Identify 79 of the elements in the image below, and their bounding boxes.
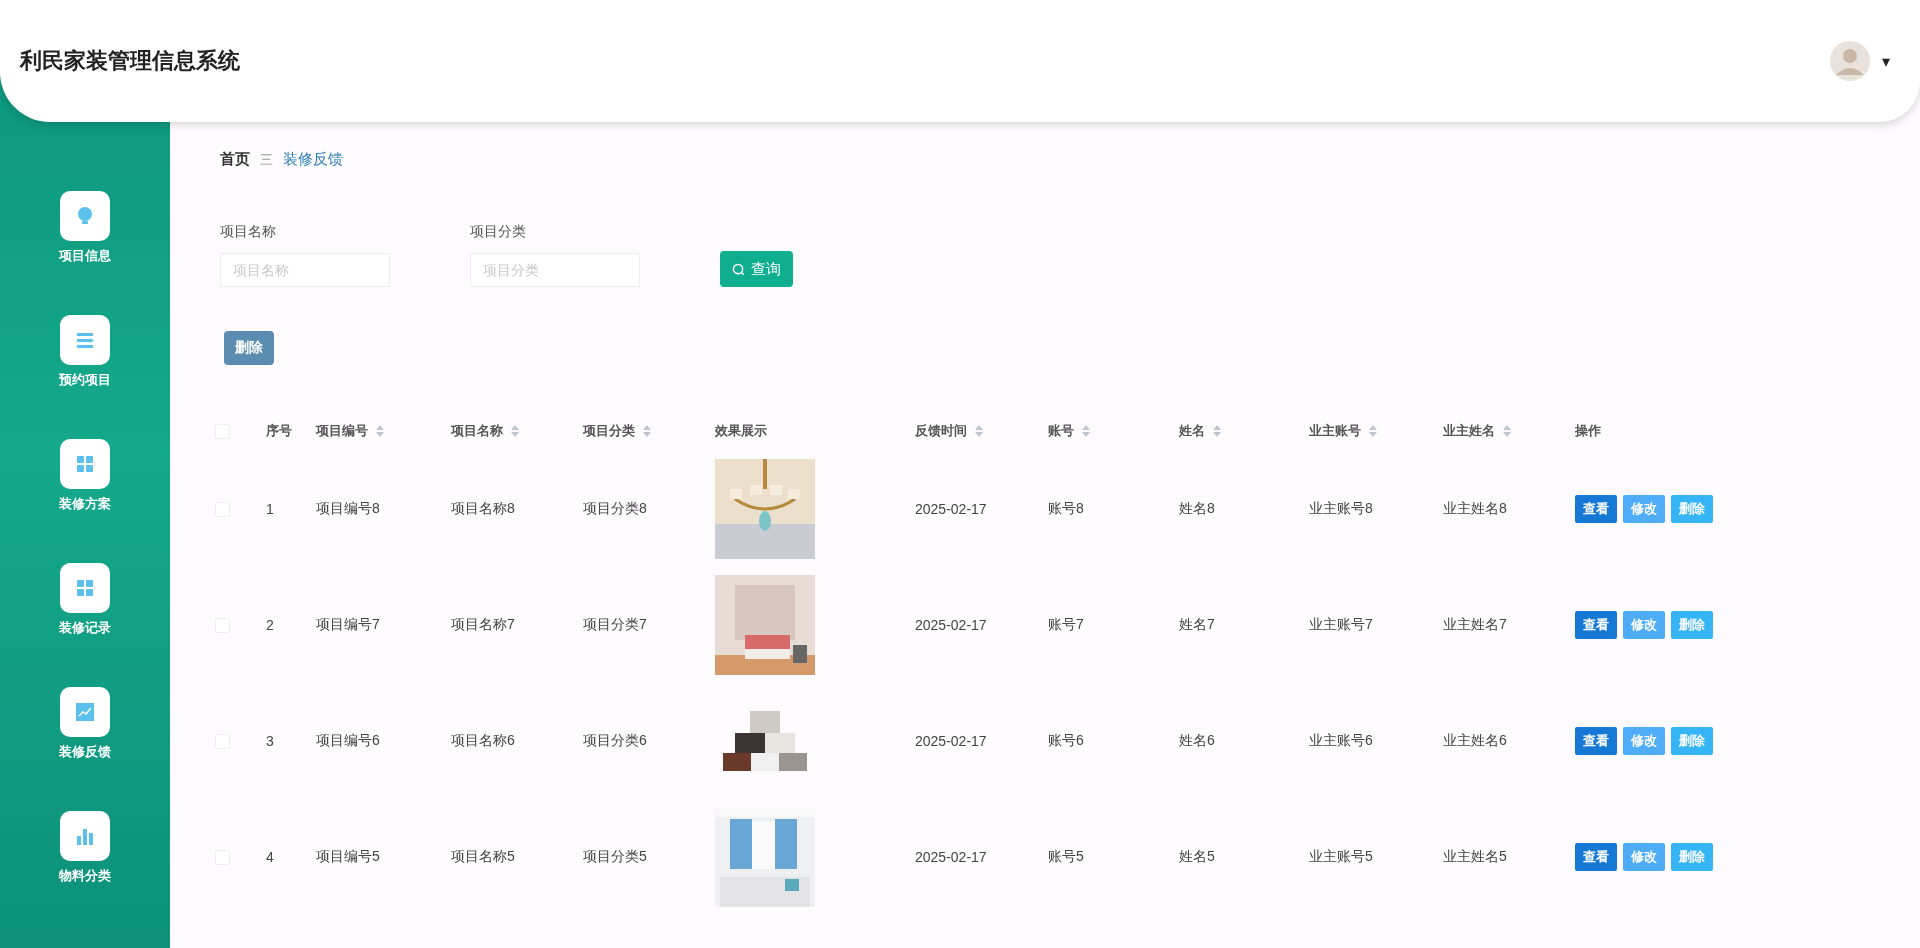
table-cell: 项目名称8 (451, 500, 515, 518)
delete-button[interactable]: 删除 (1671, 727, 1713, 755)
column-header: 业主姓名 (1443, 422, 1495, 440)
sort-icon[interactable] (1082, 425, 1090, 437)
table-cell: 姓名5 (1179, 848, 1215, 866)
breadcrumb-separator: 三 (260, 150, 273, 169)
delete-button[interactable]: 删除 (224, 331, 274, 365)
column-header: 操作 (1575, 422, 1601, 440)
filter-label: 项目名称 (220, 223, 277, 241)
avatar-icon[interactable] (1829, 41, 1870, 81)
table-cell: 姓名8 (1179, 500, 1215, 518)
breadcrumb-current: 装修反馈 (283, 150, 343, 169)
column-header: 序号 (266, 422, 292, 440)
delete-button[interactable]: 删除 (1671, 611, 1713, 639)
table-cell: 账号5 (1048, 848, 1084, 866)
table-cell: 业主姓名7 (1443, 616, 1507, 634)
table-cell: 项目名称5 (451, 848, 515, 866)
table-cell: 2025-02-17 (915, 501, 987, 517)
delete-button[interactable]: 删除 (1671, 495, 1713, 523)
edit-button[interactable]: 修改 (1623, 843, 1665, 871)
table-cell: 业主账号8 (1309, 500, 1373, 518)
table-cell: 项目名称6 (451, 732, 515, 750)
table-cell: 1 (266, 501, 274, 517)
sort-icon[interactable] (643, 425, 651, 437)
column-header: 账号 (1048, 422, 1074, 440)
breadcrumb-home[interactable]: 首页 (220, 150, 250, 169)
table-cell: 姓名7 (1179, 616, 1215, 634)
table-cell: 项目编号5 (316, 848, 380, 866)
app-title: 利民家装管理信息系统 (20, 47, 240, 75)
table-cell: 业主姓名8 (1443, 500, 1507, 518)
sort-icon[interactable] (1369, 425, 1377, 437)
chart-icon (73, 700, 97, 724)
view-button[interactable]: 查看 (1575, 495, 1617, 523)
table-cell: 账号8 (1048, 500, 1084, 518)
table-cell: 姓名6 (1179, 732, 1215, 750)
edit-button[interactable]: 修改 (1623, 727, 1665, 755)
view-button[interactable]: 查看 (1575, 611, 1617, 639)
search-button[interactable]: 查询 (720, 251, 793, 287)
column-header: 项目编号 (316, 422, 368, 440)
column-header: 反馈时间 (915, 422, 967, 440)
dropdown-caret[interactable]: ▾ (1881, 51, 1890, 71)
table-cell: 项目分类7 (583, 616, 647, 634)
table-cell: 2 (266, 617, 274, 633)
table-cell: 项目编号6 (316, 732, 380, 750)
column-header: 项目分类 (583, 422, 635, 440)
table-cell: 业主账号6 (1309, 732, 1373, 750)
table-cell: 4 (266, 849, 274, 865)
table-cell: 项目名称7 (451, 616, 515, 634)
sort-icon[interactable] (1503, 425, 1511, 437)
column-header: 业主账号 (1309, 422, 1361, 440)
search-icon (732, 262, 745, 276)
sort-icon[interactable] (511, 425, 519, 437)
table-cell: 项目编号7 (316, 616, 380, 634)
filter-label: 项目分类 (470, 223, 527, 241)
table-cell: 业主账号7 (1309, 616, 1373, 634)
table-cell: 2025-02-17 (915, 617, 987, 633)
table-cell: 账号7 (1048, 616, 1084, 634)
view-button[interactable]: 查看 (1575, 843, 1617, 871)
table-cell: 项目分类8 (583, 500, 647, 518)
table-cell: 项目编号8 (316, 500, 380, 518)
table-cell: 业主账号5 (1309, 848, 1373, 866)
sort-icon[interactable] (376, 425, 384, 437)
table-cell: 2025-02-17 (915, 849, 987, 865)
table-cell: 3 (266, 733, 274, 749)
sort-icon[interactable] (975, 425, 983, 437)
view-button[interactable]: 查看 (1575, 727, 1617, 755)
table-cell: 业主姓名6 (1443, 732, 1507, 750)
column-header: 姓名 (1179, 422, 1205, 440)
edit-button[interactable]: 修改 (1623, 495, 1665, 523)
table-cell: 项目分类5 (583, 848, 647, 866)
delete-button[interactable]: 删除 (1671, 843, 1713, 871)
column-header: 项目名称 (451, 422, 503, 440)
table-cell: 项目分类6 (583, 732, 647, 750)
table-cell: 2025-02-17 (915, 733, 987, 749)
sort-icon[interactable] (1213, 425, 1221, 437)
table-cell: 业主姓名5 (1443, 848, 1507, 866)
edit-button[interactable]: 修改 (1623, 611, 1665, 639)
table-cell: 账号6 (1048, 732, 1084, 750)
column-header: 效果展示 (715, 422, 767, 440)
